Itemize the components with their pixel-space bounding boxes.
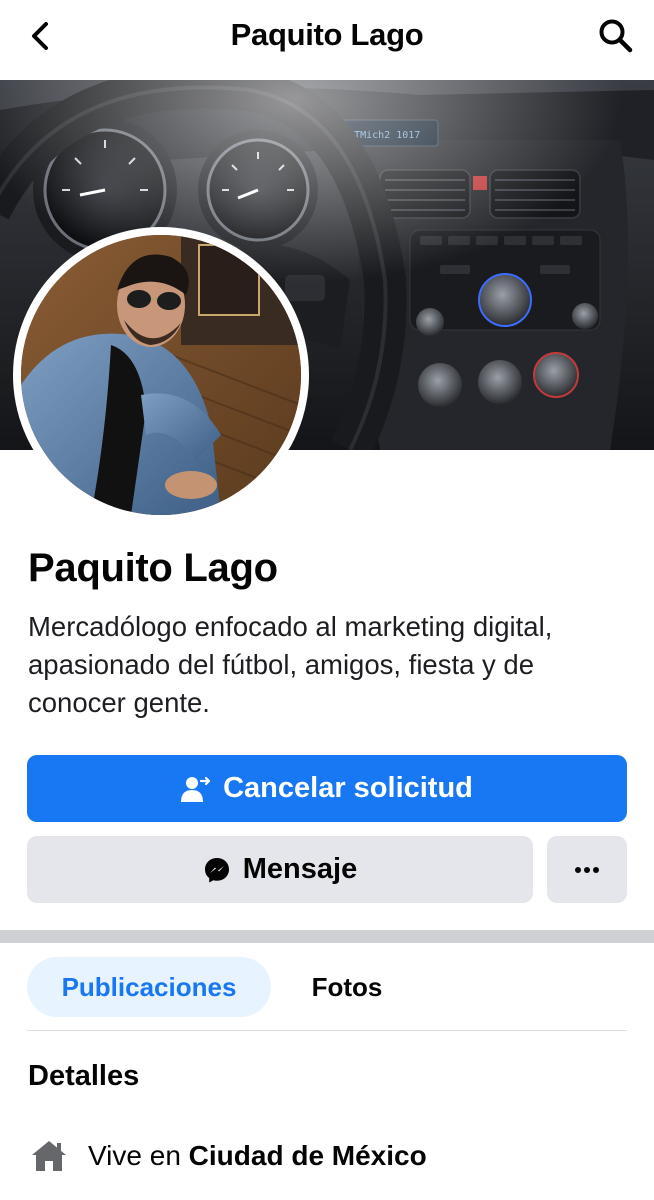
profile-avatar[interactable] bbox=[13, 227, 309, 523]
person-arrow-icon bbox=[181, 776, 211, 802]
profile-bio: Mercadólogo enfocado al marketing digita… bbox=[28, 611, 553, 718]
top-nav-bar: Paquito Lago bbox=[0, 0, 654, 80]
tab-publicaciones[interactable]: Publicaciones bbox=[27, 957, 271, 1017]
profile-name: Paquito Lago bbox=[28, 546, 278, 590]
tab-fotos[interactable]: Fotos bbox=[282, 957, 412, 1017]
section-divider bbox=[0, 930, 654, 943]
details-heading: Detalles bbox=[28, 1060, 140, 1092]
detail-lives-place[interactable]: Ciudad de México bbox=[189, 1140, 427, 1171]
message-label: Mensaje bbox=[242, 853, 358, 885]
detail-lives-prefix: Vive en bbox=[88, 1140, 181, 1171]
more-options-button[interactable] bbox=[547, 836, 627, 903]
messenger-icon bbox=[204, 857, 229, 882]
nav-title: Paquito Lago bbox=[230, 17, 424, 52]
cancel-request-button[interactable]: Cancelar solicitud bbox=[27, 755, 627, 822]
avatar-image bbox=[21, 235, 301, 515]
search-button[interactable] bbox=[596, 16, 636, 56]
message-button[interactable]: Mensaje bbox=[27, 836, 533, 903]
ellipsis-icon bbox=[575, 866, 599, 873]
tabs-separator bbox=[27, 1030, 627, 1031]
search-icon bbox=[599, 19, 633, 53]
home-icon bbox=[32, 1141, 66, 1171]
cancel-request-label: Cancelar solicitud bbox=[223, 772, 473, 804]
detail-lives-in: Vive en Ciudad de México bbox=[30, 1134, 427, 1178]
